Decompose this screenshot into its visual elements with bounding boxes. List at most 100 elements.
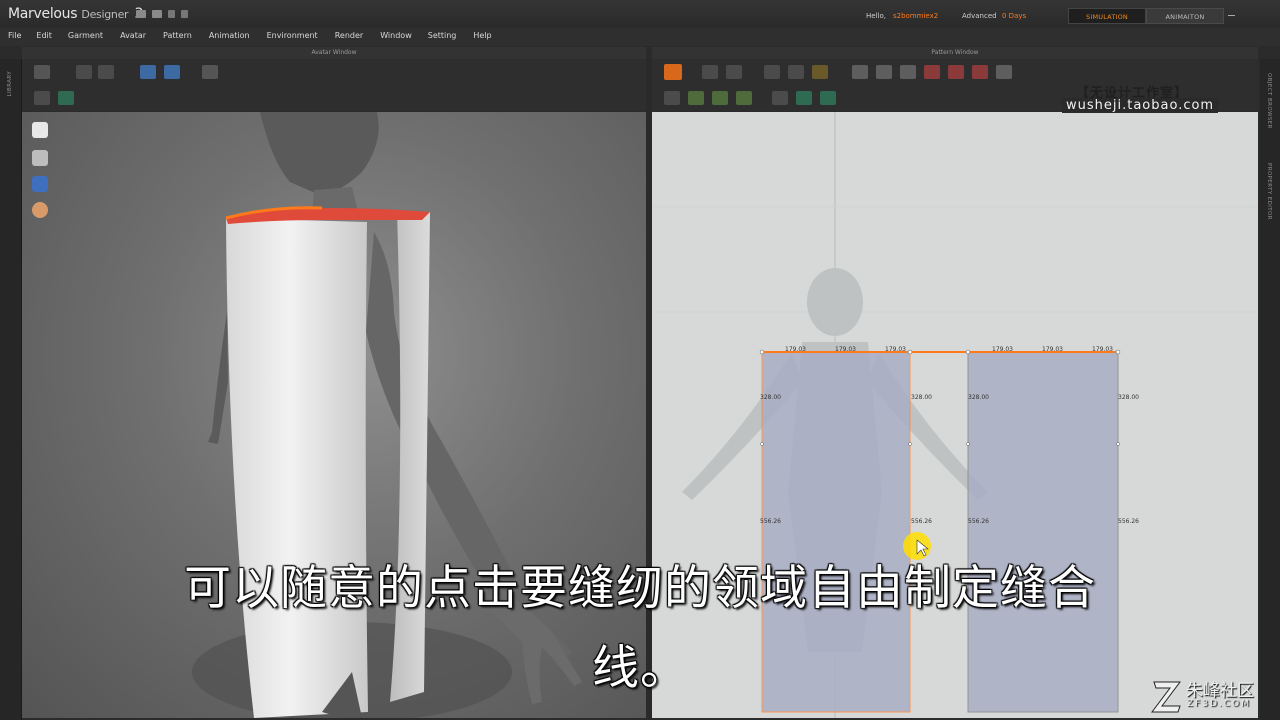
- rectangle-icon[interactable]: [876, 65, 892, 79]
- transform-pattern-icon[interactable]: [702, 65, 718, 79]
- edit-texture-icon[interactable]: [796, 91, 812, 105]
- avatar-scene: [192, 112, 582, 718]
- sim-tab-label: SIMULATION: [1086, 13, 1128, 21]
- app-name: Marvelous: [8, 6, 78, 22]
- brand-domain: ZF3D.COM: [1187, 699, 1251, 709]
- dart-icon[interactable]: [996, 65, 1012, 79]
- internal-polygon-icon[interactable]: [924, 65, 940, 79]
- redo-icon[interactable]: [181, 10, 188, 18]
- title-bar: Marvelous Designer 3 Hello, s2bommiex2 A…: [0, 0, 1280, 28]
- menu-edit[interactable]: Edit: [36, 28, 52, 46]
- right-panel-strip[interactable]: OBJECT BROWSER PROPERTY EDITOR: [1260, 59, 1280, 720]
- measure-side-7: 556.26: [968, 518, 989, 525]
- texture-select-icon[interactable]: [772, 91, 788, 105]
- menu-help[interactable]: Help: [473, 28, 491, 46]
- pattern-window-title: Pattern Window: [652, 47, 1258, 59]
- texture-icon[interactable]: [58, 91, 74, 105]
- measure-side-6: 556.26: [911, 518, 932, 525]
- measure-top-4: 179.03: [992, 346, 1013, 353]
- measure-display-icon[interactable]: [32, 176, 48, 192]
- simulate-refresh-icon[interactable]: [664, 64, 682, 80]
- measure-side-5: 556.26: [760, 518, 781, 525]
- edit-sewing-icon[interactable]: [712, 91, 728, 105]
- library-panel-strip[interactable]: LIBRARY: [0, 59, 22, 720]
- menu-bar: File Edit Garment Avatar Pattern Animati…: [0, 28, 1280, 46]
- username[interactable]: s2bommiex2: [893, 12, 938, 20]
- pattern-window-label: Pattern Window: [931, 49, 979, 56]
- corner-brand: 朱峰社区 ZF3D.COM: [1150, 674, 1280, 718]
- subtitle-line-1: 可以随意的点击要缝纫的领域自由制定缝合: [184, 561, 1096, 616]
- days-left: 0 Days: [1002, 12, 1027, 20]
- measure-side-4: 328.00: [1118, 394, 1139, 401]
- measure-side-1: 328.00: [760, 394, 781, 401]
- avatar-toolbar-1: [22, 59, 646, 85]
- brand-logo-icon: [1151, 681, 1181, 713]
- app-logo: Marvelous Designer 3: [8, 6, 143, 22]
- tack-icon[interactable]: [736, 91, 752, 105]
- pattern-viewport[interactable]: 179.03 179.03 179.03 179.03 179.03 179.0…: [652, 112, 1258, 718]
- move-down-icon[interactable]: [34, 65, 50, 79]
- internal-rectangle-icon[interactable]: [948, 65, 964, 79]
- edit-pattern-icon[interactable]: [726, 65, 742, 79]
- menu-environment[interactable]: Environment: [267, 28, 318, 46]
- menu-garment[interactable]: Garment: [68, 28, 103, 46]
- measure-top-2: 179.03: [835, 346, 856, 353]
- measure-top-3: 179.03: [885, 346, 906, 353]
- window-controls: [1228, 10, 1252, 17]
- avatar-viewport[interactable]: [22, 112, 646, 718]
- select-move-icon[interactable]: [76, 65, 92, 79]
- menu-file[interactable]: File: [8, 28, 21, 46]
- avatar-window-label: Avatar Window: [311, 49, 357, 56]
- select-pin-icon[interactable]: [34, 91, 50, 105]
- free-sewing-icon[interactable]: [688, 91, 704, 105]
- avatar-window-title: Avatar Window: [22, 47, 646, 59]
- texture-transform-icon[interactable]: [820, 91, 836, 105]
- quick-access-toolbar: [136, 10, 188, 18]
- garment-sleeves-icon[interactable]: [164, 65, 180, 79]
- circle-icon[interactable]: [900, 65, 916, 79]
- animation-mode-tab[interactable]: ANIMAITON: [1146, 8, 1224, 24]
- save-icon[interactable]: [136, 10, 146, 18]
- brand-name: 朱峰社区: [1186, 681, 1254, 701]
- add-point-icon[interactable]: [788, 65, 804, 79]
- avatar-head: [260, 112, 379, 196]
- fold-tool-icon[interactable]: [202, 65, 218, 79]
- internal-point-icon[interactable]: [812, 65, 828, 79]
- close-icon[interactable]: [1245, 10, 1252, 17]
- subtitle-line-2: 线。: [592, 641, 688, 696]
- polygon-icon[interactable]: [852, 65, 868, 79]
- menu-render[interactable]: Render: [335, 28, 363, 46]
- internal-circle-icon[interactable]: [972, 65, 988, 79]
- avatar-left-arm: [208, 312, 228, 444]
- measure-side-3: 328.00: [968, 394, 989, 401]
- menu-pattern[interactable]: Pattern: [163, 28, 192, 46]
- segment-sewing-icon[interactable]: [664, 91, 680, 105]
- menu-avatar[interactable]: Avatar: [120, 28, 146, 46]
- measure-side-2: 328.00: [911, 394, 932, 401]
- garment-display-icon[interactable]: [32, 122, 48, 138]
- open-folder-icon[interactable]: [152, 10, 162, 18]
- watermark-url: wusheji.taobao.com: [1062, 98, 1219, 113]
- measure-top-6: 179.03: [1092, 346, 1113, 353]
- simulation-mode-tab[interactable]: SIMULATION: [1068, 8, 1146, 24]
- avatar-toolbar-2: [22, 85, 646, 111]
- avatar-display-icon[interactable]: [32, 150, 48, 166]
- library-label: LIBRARY: [7, 71, 13, 97]
- menu-window[interactable]: Window: [380, 28, 412, 46]
- measure-side-8: 556.26: [1118, 518, 1139, 525]
- menu-animation[interactable]: Animation: [209, 28, 250, 46]
- object-browser-label: OBJECT BROWSER: [1266, 73, 1272, 129]
- undo-icon[interactable]: [168, 10, 175, 18]
- measure-top-1: 179.03: [785, 346, 806, 353]
- edit-curve-icon[interactable]: [764, 65, 780, 79]
- property-editor-label: PROPERTY EDITOR: [1266, 163, 1272, 220]
- menu-setting[interactable]: Setting: [428, 28, 457, 46]
- minimize-icon[interactable]: [1228, 10, 1235, 16]
- license-type: Advanced: [962, 12, 997, 20]
- garment-icon[interactable]: [140, 65, 156, 79]
- measure-top-5: 179.03: [1042, 346, 1063, 353]
- avatar-face-icon[interactable]: [32, 202, 48, 218]
- hello-label: Hello,: [866, 12, 886, 20]
- select-point-icon[interactable]: [98, 65, 114, 79]
- pattern-canvas: [652, 112, 1258, 718]
